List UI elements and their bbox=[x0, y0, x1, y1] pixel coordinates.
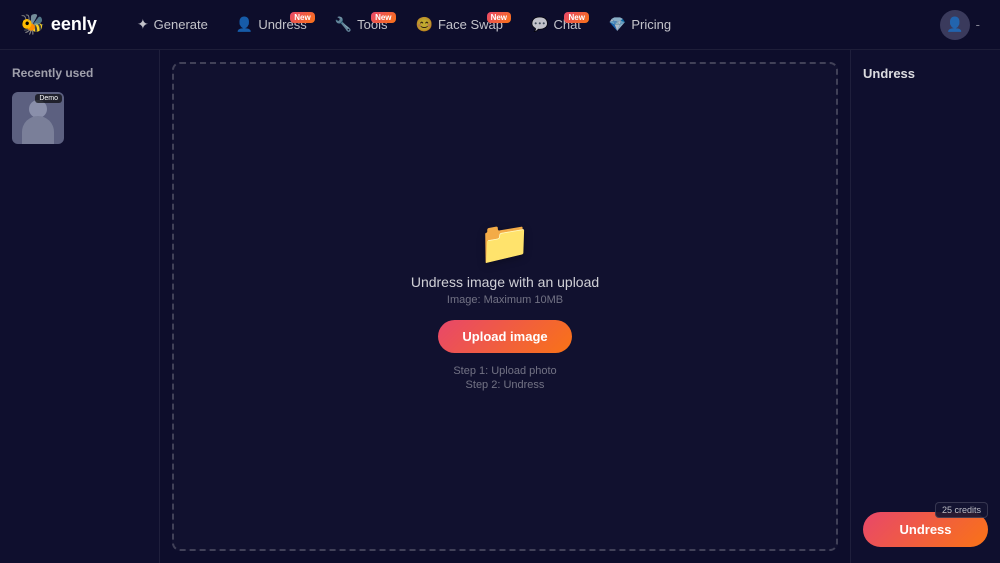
generate-icon: ✦ bbox=[137, 16, 149, 33]
undress-icon: 👤 bbox=[236, 16, 253, 33]
upload-steps: Step 1: Upload photo Step 2: Undress bbox=[453, 365, 556, 391]
credits-badge: 25 credits bbox=[935, 502, 988, 518]
nav-item-pricing-label: Pricing bbox=[631, 17, 671, 32]
faceswap-icon: 😊 bbox=[416, 16, 433, 33]
nav-avatar[interactable]: 👤 - bbox=[940, 10, 980, 40]
folder-icon: 📁 bbox=[479, 222, 531, 264]
nav-items: ✦ Generate 👤 Undress New 🔧 Tools New 😊 F… bbox=[125, 10, 932, 39]
right-panel-title: Undress bbox=[863, 66, 988, 81]
upload-step-1: Step 1: Upload photo bbox=[453, 365, 556, 377]
logo-icon: 🐝 bbox=[20, 12, 45, 37]
recent-item-badge: Demo bbox=[35, 94, 62, 103]
nav-item-faceswap[interactable]: 😊 Face Swap New bbox=[404, 10, 515, 39]
avatar: 👤 bbox=[940, 10, 970, 40]
nav-item-tools[interactable]: 🔧 Tools New bbox=[323, 10, 400, 39]
logo[interactable]: 🐝 eenly bbox=[20, 12, 97, 37]
pricing-icon: 💎 bbox=[609, 16, 626, 33]
upload-button[interactable]: Upload image bbox=[438, 320, 571, 353]
tools-badge: New bbox=[371, 12, 395, 23]
recent-item[interactable]: Demo bbox=[12, 92, 64, 144]
sidebar-title: Recently used bbox=[12, 66, 147, 80]
main-layout: Recently used Demo 📁 Undress image with … bbox=[0, 50, 1000, 563]
upload-title: Undress image with an upload bbox=[411, 274, 599, 290]
upload-subtitle: Image: Maximum 10MB bbox=[447, 294, 563, 306]
upload-step-2: Step 2: Undress bbox=[466, 379, 545, 391]
chat-icon: 💬 bbox=[531, 16, 548, 33]
left-sidebar: Recently used Demo bbox=[0, 50, 160, 563]
tools-icon: 🔧 bbox=[335, 16, 352, 33]
undress-btn-container: 25 credits Undress bbox=[863, 512, 988, 547]
nav-item-chat[interactable]: 💬 Chat New bbox=[519, 10, 593, 39]
upload-zone[interactable]: 📁 Undress image with an upload Image: Ma… bbox=[172, 62, 838, 551]
undress-badge: New bbox=[290, 12, 314, 23]
avatar-dash: - bbox=[976, 17, 980, 32]
right-panel: Undress 25 credits Undress bbox=[850, 50, 1000, 563]
nav-item-undress[interactable]: 👤 Undress New bbox=[224, 10, 319, 39]
faceswap-badge: New bbox=[487, 12, 511, 23]
nav-item-generate[interactable]: ✦ Generate bbox=[125, 10, 220, 39]
center-area: 📁 Undress image with an upload Image: Ma… bbox=[160, 50, 850, 563]
right-panel-content bbox=[863, 93, 988, 512]
nav-item-generate-label: Generate bbox=[154, 17, 208, 32]
navbar: 🐝 eenly ✦ Generate 👤 Undress New 🔧 Tools… bbox=[0, 0, 1000, 50]
nav-item-pricing[interactable]: 💎 Pricing bbox=[597, 10, 683, 39]
logo-text: eenly bbox=[51, 14, 97, 35]
chat-badge: New bbox=[564, 12, 588, 23]
